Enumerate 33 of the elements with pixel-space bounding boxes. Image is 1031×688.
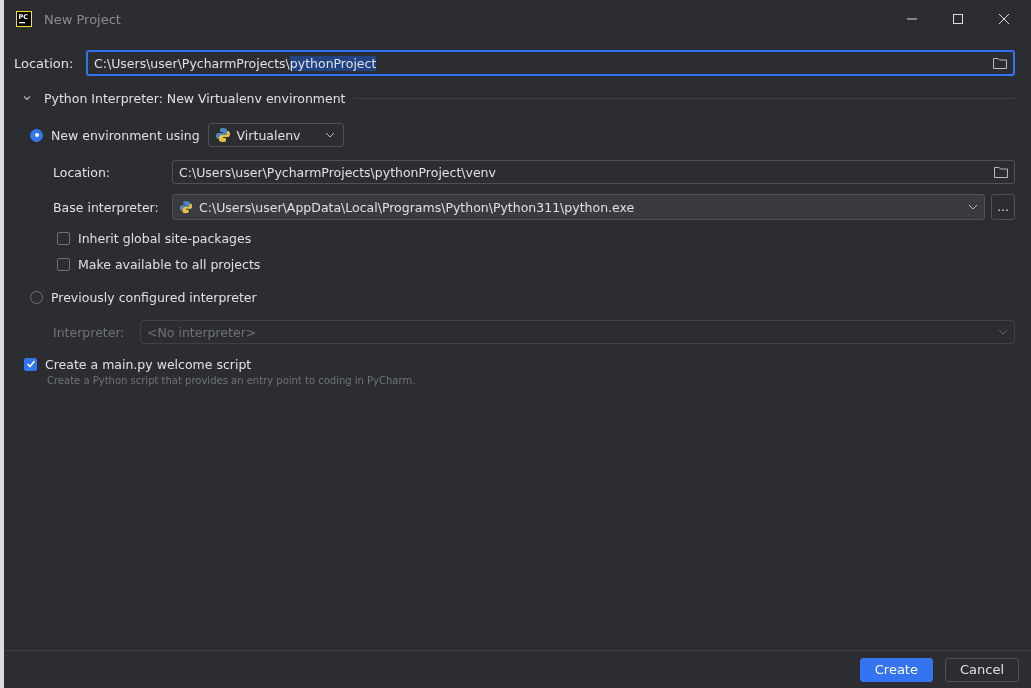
create-button[interactable]: Create [859,657,933,682]
python-logo-icon [214,127,231,143]
location-label: Location: [14,55,75,71]
cancel-button[interactable]: Cancel [944,657,1019,682]
caret-icon [968,204,978,210]
location-field[interactable]: C:\Users\user\PycharmProjects\pythonProject [86,50,1015,76]
checkbox-label: Inherit global site-packages [78,230,252,246]
venv-location-field[interactable]: C:\Users\user\PycharmProjects\pythonProject\venv [172,160,1015,184]
checkbox-label: Create a main.py welcome script [45,356,252,372]
radio-label: New environment using [51,127,200,143]
hint-text: Create a Python script that provides an entry point to coding in PyCharm. [46,375,417,386]
chevron-icon[interactable] [22,93,32,103]
section-title[interactable]: Python Interpreter: New Virtualenv environment [44,90,346,106]
browse-button[interactable]: ... [991,194,1015,220]
radio-button[interactable] [30,128,43,142]
python-logo-icon [179,200,193,214]
folder-icon[interactable] [994,166,1008,178]
caret-icon [998,329,1008,335]
maximize-icon[interactable] [953,14,963,24]
base-interpreter-dropdown[interactable]: C:\Users\user\AppData\Local\Programs\Python\Python311\python.exe [172,194,985,220]
environment-dropdown[interactable]: Virtualenv [207,123,344,147]
window-title: New Project [44,11,121,27]
checkbox-label: Make available to all projects [78,256,261,272]
base-interpreter-label: Base interpreter: [53,199,160,215]
close-icon[interactable] [999,14,1009,24]
folder-icon[interactable] [993,57,1007,69]
radio-label: Previously configured interpreter [51,289,257,305]
venv-location-label: Location: [53,164,112,180]
caret-icon [324,132,335,138]
checkbox[interactable] [57,257,70,271]
checkbox[interactable] [57,231,70,245]
interpreter-label: Interpreter: [53,324,126,340]
checkbox[interactable] [24,357,37,371]
